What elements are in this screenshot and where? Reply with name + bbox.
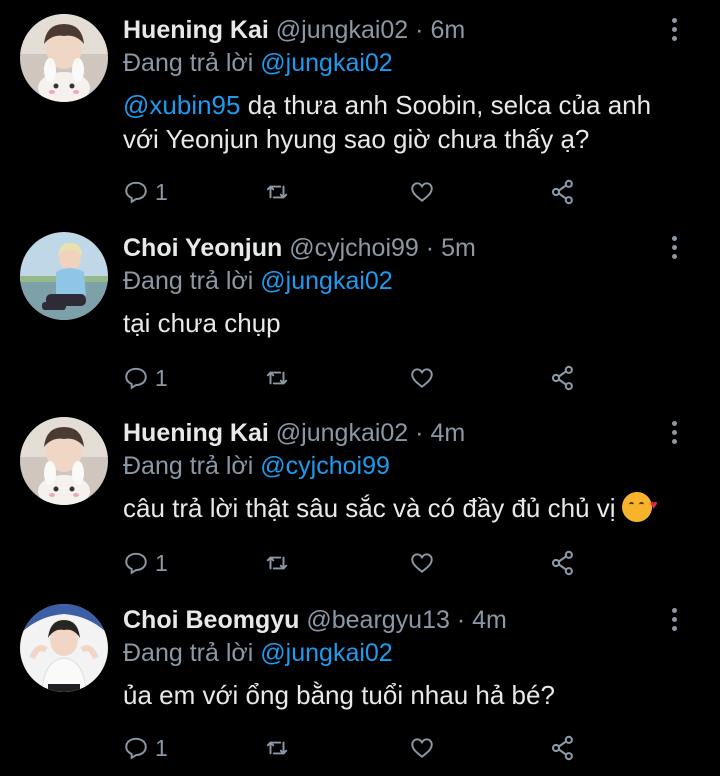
replying-to-label: Đang trả lời	[123, 639, 254, 667]
timestamp[interactable]: 4m	[430, 419, 465, 447]
tweet-actions: 1	[123, 730, 593, 766]
tweet-actions: 1	[123, 545, 593, 581]
display-name[interactable]: Choi Beomgyu	[123, 606, 299, 634]
replying-to-handle[interactable]: @jungkai02	[260, 49, 392, 77]
separator: ·	[415, 419, 424, 447]
retweet-icon	[266, 556, 288, 570]
like-icon	[411, 553, 433, 573]
tweet-header: Choi Beomgyu @beargyu13 · 4m	[123, 606, 507, 635]
reply-thread: Huening Kai @jungkai02 · 6m Đang trả lời…	[0, 0, 720, 776]
share-button[interactable]	[549, 360, 577, 396]
tweet-text: @xubin95 dạ thưa anh Soobin, selca của a…	[123, 88, 683, 156]
share-icon	[551, 179, 573, 205]
reply-count: 1	[155, 178, 168, 205]
reply-button[interactable]: 1	[123, 174, 168, 210]
like-button[interactable]	[408, 174, 436, 210]
reply-icon	[125, 737, 147, 760]
like-icon	[411, 182, 433, 202]
replying-to: Đang trả lời @cyjchoi99	[123, 452, 390, 481]
reply-count: 1	[155, 734, 168, 761]
share-icon	[551, 735, 573, 761]
replying-to-handle[interactable]: @cyjchoi99	[260, 452, 390, 480]
timestamp[interactable]: 5m	[441, 234, 476, 262]
share-button[interactable]	[549, 730, 577, 766]
mention-link[interactable]: @xubin95	[123, 90, 240, 120]
tweet-body: câu trả lời thật sâu sắc và có đầy đủ ch…	[123, 493, 616, 523]
tweet-actions: 1	[123, 360, 593, 396]
retweet-icon	[266, 371, 288, 385]
tweet-text: câu trả lời thật sâu sắc và có đầy đủ ch…	[123, 491, 683, 525]
reply-count: 1	[155, 364, 168, 391]
tweet-body: ủa em với ổng bằng tuổi nhau hả bé?	[123, 680, 555, 710]
like-button[interactable]	[408, 360, 436, 396]
retweet-icon	[266, 741, 288, 755]
tweet-header: Huening Kai @jungkai02 · 4m	[123, 419, 465, 448]
user-handle[interactable]: @beargyu13	[306, 606, 450, 634]
replying-to-handle[interactable]: @jungkai02	[260, 639, 392, 667]
tweet[interactable]: Choi Yeonjun @cyjchoi99 · 5m Đang trả lờ…	[0, 218, 720, 402]
display-name[interactable]: Huening Kai	[123, 419, 269, 447]
avatar[interactable]	[20, 232, 108, 320]
timestamp[interactable]: 6m	[430, 16, 465, 44]
avatar[interactable]	[20, 417, 108, 505]
like-button[interactable]	[408, 730, 436, 766]
tweet-body: tại chưa chụp	[123, 308, 281, 338]
like-icon	[411, 368, 433, 388]
tweet-actions: 1	[123, 174, 593, 210]
tweet[interactable]: Huening Kai @jungkai02 · 6m Đang trả lời…	[0, 0, 720, 216]
tweet[interactable]: Huening Kai @jungkai02 · 4m Đang trả lời…	[0, 403, 720, 587]
reply-count: 1	[155, 549, 168, 576]
avatar[interactable]	[20, 604, 108, 692]
more-options-icon[interactable]	[670, 236, 680, 263]
user-handle[interactable]: @jungkai02	[276, 419, 408, 447]
replying-to-label: Đang trả lời	[123, 49, 254, 77]
timestamp[interactable]: 4m	[472, 606, 507, 634]
reply-icon	[125, 552, 147, 575]
replying-to-handle[interactable]: @jungkai02	[260, 267, 392, 295]
display-name[interactable]: Choi Yeonjun	[123, 234, 282, 262]
replying-to: Đang trả lời @jungkai02	[123, 49, 393, 78]
smiling-face-with-hearts-icon: ♥	[621, 492, 658, 522]
separator: ·	[415, 16, 424, 44]
user-handle[interactable]: @cyjchoi99	[289, 234, 419, 262]
replying-to: Đang trả lời @jungkai02	[123, 267, 393, 296]
tweet-text: tại chưa chụp	[123, 306, 683, 340]
replying-to-label: Đang trả lời	[123, 452, 254, 480]
tweet-header: Huening Kai @jungkai02 · 6m	[123, 16, 465, 45]
reply-button[interactable]: 1	[123, 730, 168, 766]
reply-icon	[125, 181, 147, 204]
retweet-button[interactable]	[263, 730, 291, 766]
user-handle[interactable]: @jungkai02	[276, 16, 408, 44]
tweet-header: Choi Yeonjun @cyjchoi99 · 5m	[123, 234, 476, 263]
share-icon	[551, 365, 573, 391]
separator: ·	[456, 606, 466, 634]
avatar[interactable]	[20, 14, 108, 102]
share-button[interactable]	[549, 174, 577, 210]
like-icon	[411, 738, 433, 758]
reply-button[interactable]: 1	[123, 360, 168, 396]
more-options-icon[interactable]	[670, 18, 680, 45]
replying-to-label: Đang trả lời	[123, 267, 254, 295]
tweet-text: ủa em với ổng bằng tuổi nhau hả bé?	[123, 678, 683, 712]
like-button[interactable]	[408, 545, 436, 581]
retweet-button[interactable]	[263, 360, 291, 396]
share-icon	[551, 550, 573, 576]
retweet-icon	[266, 185, 288, 199]
tweet[interactable]: Choi Beomgyu @beargyu13 · 4m Đang trả lờ…	[0, 590, 720, 776]
replying-to: Đang trả lời @jungkai02	[123, 639, 393, 668]
retweet-button[interactable]	[263, 545, 291, 581]
separator: ·	[425, 234, 435, 262]
retweet-button[interactable]	[263, 174, 291, 210]
reply-button[interactable]: 1	[123, 545, 168, 581]
display-name[interactable]: Huening Kai	[123, 16, 269, 44]
share-button[interactable]	[549, 545, 577, 581]
reply-icon	[125, 367, 147, 390]
more-options-icon[interactable]	[670, 421, 680, 448]
more-options-icon[interactable]	[670, 608, 680, 635]
